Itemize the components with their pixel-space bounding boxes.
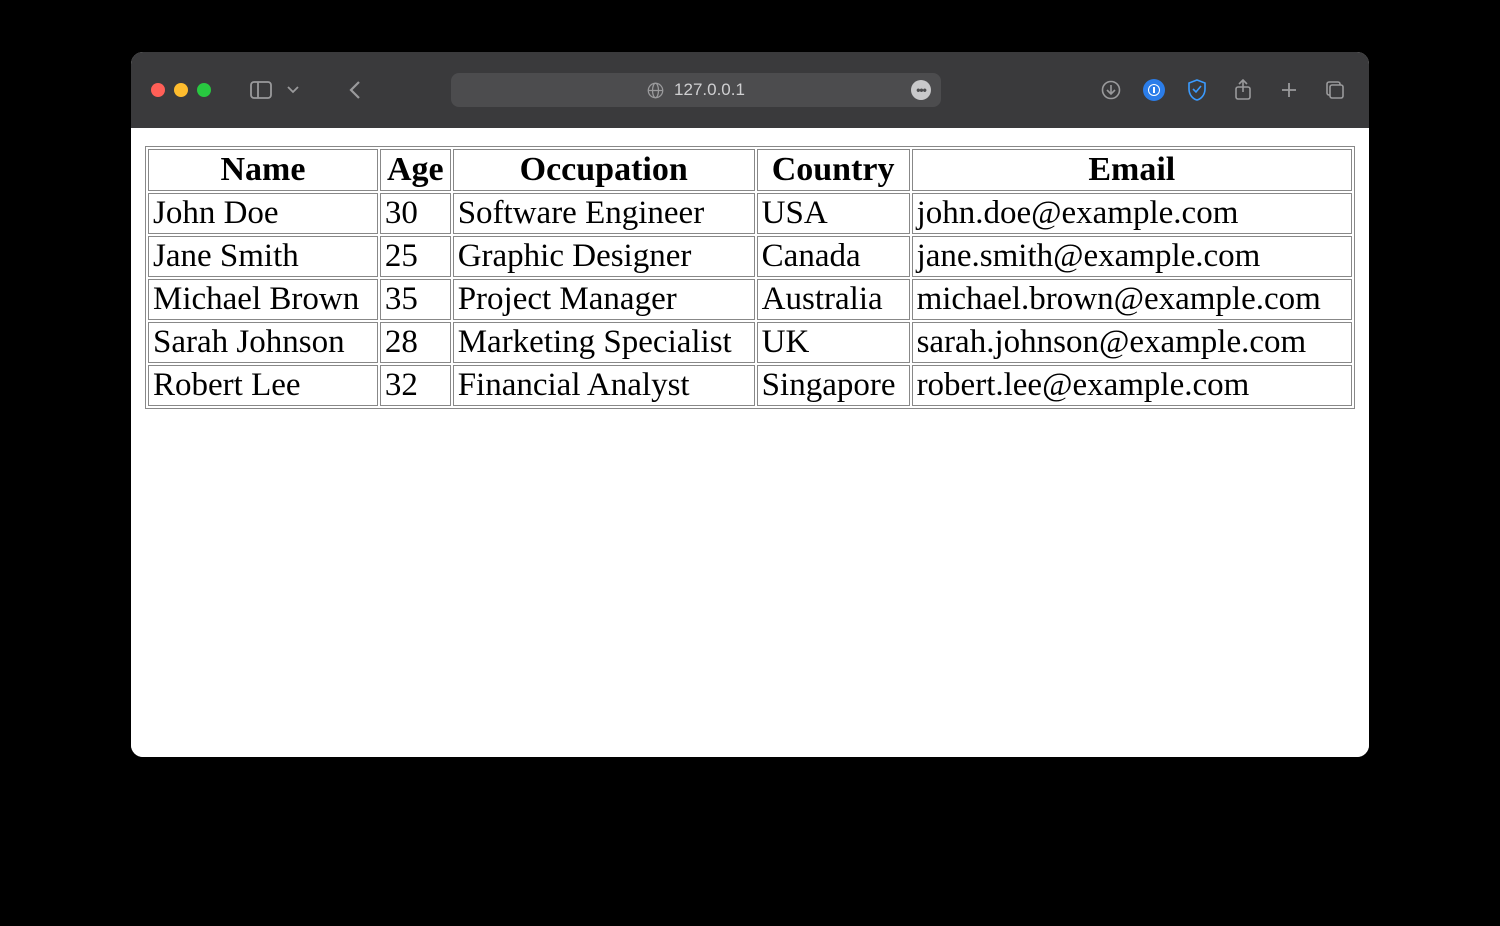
cell-name: Robert Lee	[148, 365, 378, 406]
cell-name: Sarah Johnson	[148, 322, 378, 363]
close-window-button[interactable]	[151, 83, 165, 97]
page-settings-icon[interactable]: •••	[911, 80, 931, 100]
cell-email: jane.smith@example.com	[912, 236, 1352, 277]
table-row: John Doe 30 Software Engineer USA john.d…	[148, 193, 1352, 234]
table-row: Michael Brown 35 Project Manager Austral…	[148, 279, 1352, 320]
window-controls	[151, 83, 211, 97]
privacy-shield-icon[interactable]	[1183, 76, 1211, 104]
header-country: Country	[757, 149, 910, 191]
minimize-window-button[interactable]	[174, 83, 188, 97]
cell-occupation: Software Engineer	[453, 193, 755, 234]
header-age: Age	[380, 149, 451, 191]
browser-titlebar: 127.0.0.1 •••	[131, 52, 1369, 128]
cell-age: 28	[380, 322, 451, 363]
back-button[interactable]	[341, 76, 369, 104]
share-icon[interactable]	[1229, 76, 1257, 104]
table-row: Sarah Johnson 28 Marketing Specialist UK…	[148, 322, 1352, 363]
tab-group-dropdown-icon[interactable]	[279, 76, 307, 104]
cell-age: 35	[380, 279, 451, 320]
cell-occupation: Project Manager	[453, 279, 755, 320]
toolbar-right	[1097, 76, 1349, 104]
cell-name: Jane Smith	[148, 236, 378, 277]
data-table: Name Age Occupation Country Email John D…	[145, 146, 1355, 409]
table-row: Robert Lee 32 Financial Analyst Singapor…	[148, 365, 1352, 406]
browser-window: 127.0.0.1 •••	[131, 52, 1369, 757]
cell-country: UK	[757, 322, 910, 363]
address-text: 127.0.0.1	[674, 80, 745, 100]
cell-name: Michael Brown	[148, 279, 378, 320]
address-bar[interactable]: 127.0.0.1 •••	[451, 73, 941, 107]
new-tab-icon[interactable]	[1275, 76, 1303, 104]
cell-country: USA	[757, 193, 910, 234]
cell-email: john.doe@example.com	[912, 193, 1352, 234]
cell-email: michael.brown@example.com	[912, 279, 1352, 320]
tab-overview-icon[interactable]	[1321, 76, 1349, 104]
globe-icon	[647, 82, 664, 99]
cell-country: Australia	[757, 279, 910, 320]
cell-occupation: Graphic Designer	[453, 236, 755, 277]
header-occupation: Occupation	[453, 149, 755, 191]
cell-name: John Doe	[148, 193, 378, 234]
header-email: Email	[912, 149, 1352, 191]
cell-occupation: Financial Analyst	[453, 365, 755, 406]
cell-age: 30	[380, 193, 451, 234]
table-row: Jane Smith 25 Graphic Designer Canada ja…	[148, 236, 1352, 277]
header-name: Name	[148, 149, 378, 191]
maximize-window-button[interactable]	[197, 83, 211, 97]
cell-country: Singapore	[757, 365, 910, 406]
cell-age: 25	[380, 236, 451, 277]
sidebar-controls	[247, 76, 307, 104]
downloads-icon[interactable]	[1097, 76, 1125, 104]
cell-email: sarah.johnson@example.com	[912, 322, 1352, 363]
cell-occupation: Marketing Specialist	[453, 322, 755, 363]
table-header-row: Name Age Occupation Country Email	[148, 149, 1352, 191]
page-content: Name Age Occupation Country Email John D…	[131, 128, 1369, 757]
cell-country: Canada	[757, 236, 910, 277]
sidebar-toggle-icon[interactable]	[247, 76, 275, 104]
extension-icon[interactable]	[1143, 79, 1165, 101]
cell-age: 32	[380, 365, 451, 406]
cell-email: robert.lee@example.com	[912, 365, 1352, 406]
